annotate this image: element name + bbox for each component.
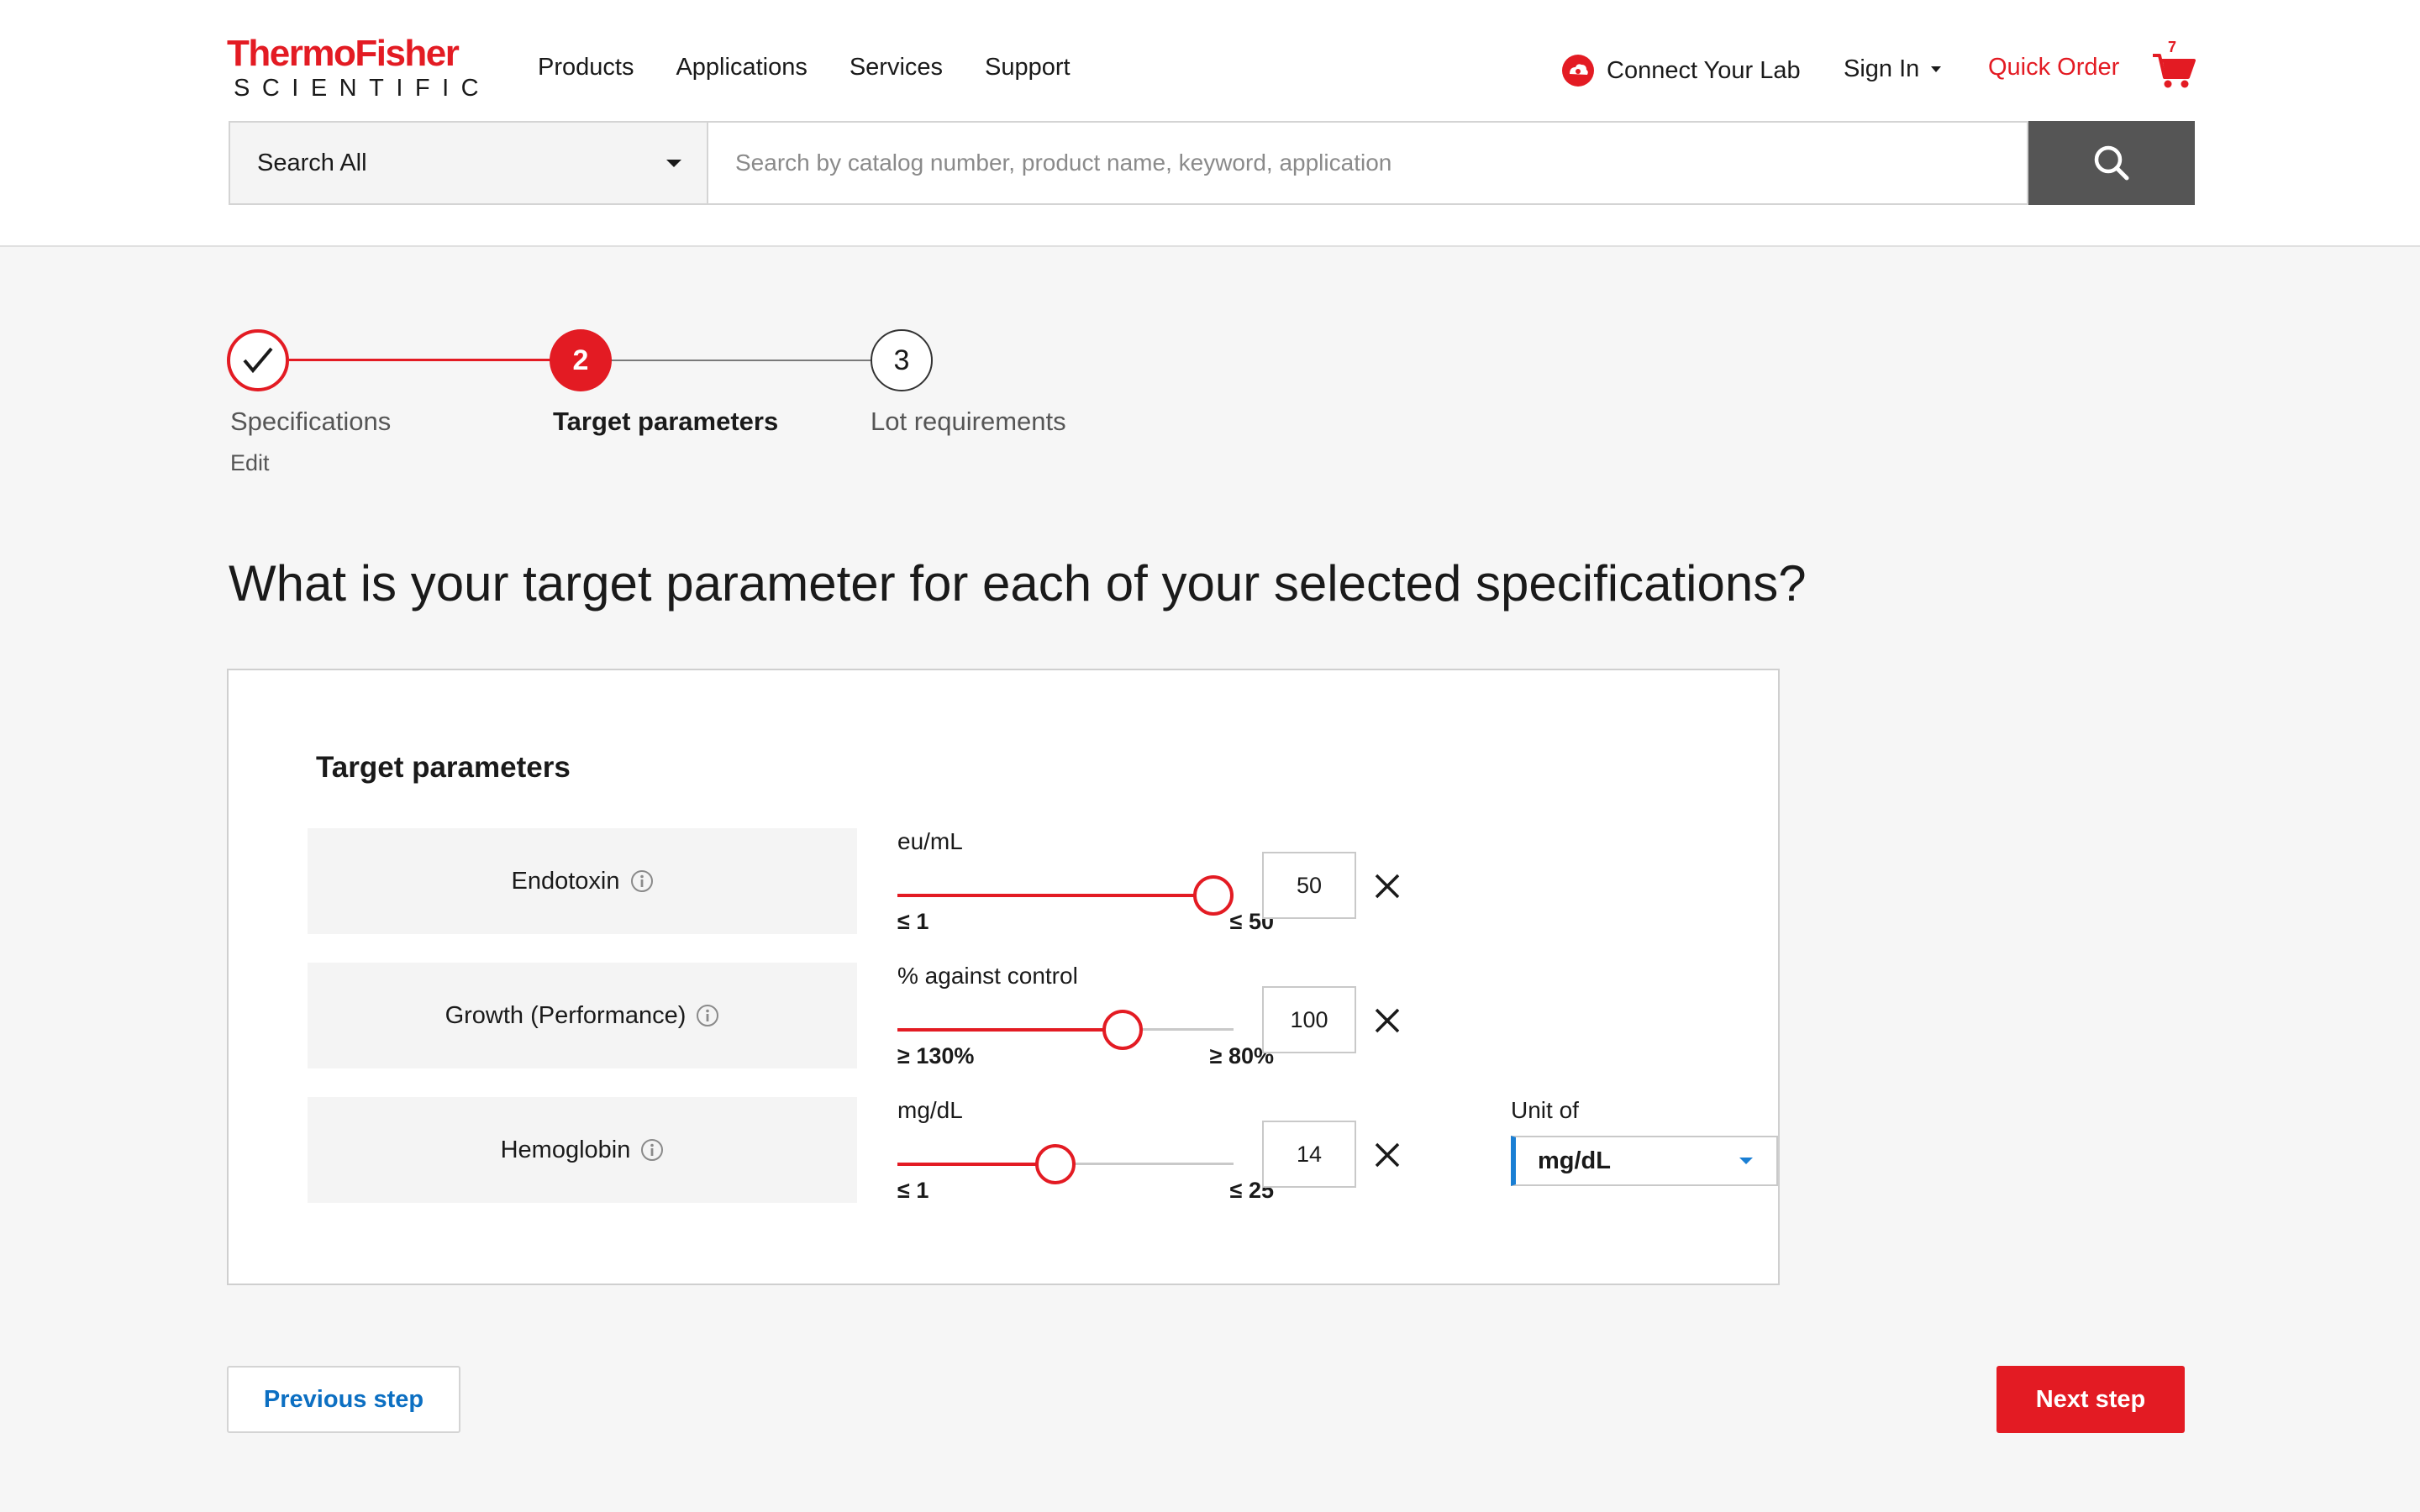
info-icon[interactable] [630, 869, 654, 893]
slider-fill [897, 1028, 1123, 1032]
checkmark-icon [243, 347, 273, 374]
sign-in-dropdown[interactable]: Sign In [1844, 55, 1942, 83]
slider-thumb[interactable] [1035, 1144, 1076, 1184]
target-parameters-card: Target parameters Endotoxin eu/mL ≤ 1 ≤ … [227, 669, 2420, 1285]
slider-max-label: ≥ 80% [1209, 1043, 1274, 1068]
progress-stepper: 2 3 Specifications Target parameters Lot… [227, 328, 1151, 496]
endotoxin-slider[interactable] [897, 875, 1234, 916]
page-question: What is your target parameter for each o… [229, 555, 1807, 612]
parameter-name: Growth (Performance) [445, 1001, 687, 1029]
cart-icon[interactable] [2151, 44, 2196, 91]
value-input[interactable]: 14 [1262, 1121, 1356, 1188]
slider-thumb[interactable] [1102, 1010, 1143, 1050]
site-header: ThermoFisher SCIENTIFIC Products Applica… [0, 0, 2420, 247]
search-button[interactable] [2028, 121, 2195, 205]
step-2-circle: 2 [550, 329, 612, 391]
logo-subtitle: SCIENTIFIC [234, 75, 492, 102]
parameter-label-box: Endotoxin [308, 828, 857, 934]
nav-item-applications[interactable]: Applications [676, 54, 807, 81]
chevron-down-icon [1931, 66, 1942, 72]
connect-lab-label: Connect Your Lab [1607, 56, 1801, 84]
info-icon[interactable] [640, 1138, 664, 1162]
slider-fill [897, 894, 1213, 897]
close-icon[interactable] [1373, 872, 1402, 900]
step-2-label: Target parameters [553, 407, 779, 436]
slider-max-label: ≤ 25 [1229, 1178, 1274, 1203]
slider-max-label: ≤ 50 [1229, 909, 1274, 934]
parameter-row-hemoglobin: Hemoglobin mg/dL ≤ 1 ≤ 25 14 Unit of mg/… [308, 1097, 1778, 1203]
slider-min-label: ≤ 1 [897, 1178, 929, 1203]
growth-slider[interactable] [897, 1010, 1234, 1050]
step-3-circle: 3 [871, 329, 933, 391]
connect-your-lab-link[interactable]: Connect Your Lab [1561, 54, 1801, 87]
close-icon[interactable] [1373, 1141, 1402, 1169]
unit-select-value: mg/dL [1538, 1147, 1611, 1174]
sign-in-label: Sign In [1844, 55, 1920, 82]
nav-item-products[interactable]: Products [538, 54, 634, 81]
logo-wordmark: ThermoFisher [227, 33, 460, 74]
parameter-label-box: Growth (Performance) [308, 963, 857, 1068]
parameter-row-growth: Growth (Performance) % against control ≥… [308, 963, 1770, 1068]
step-3-label: Lot requirements [871, 407, 1066, 436]
value-input[interactable]: 100 [1262, 986, 1356, 1053]
next-step-button[interactable]: Next step [1996, 1366, 2185, 1433]
search-scope-value: Search All [257, 149, 367, 176]
parameter-label-box: Hemoglobin [308, 1097, 857, 1203]
parameter-name: Endotoxin [511, 867, 620, 895]
search-bar: Search All [229, 121, 2195, 205]
parameter-row-endotoxin: Endotoxin eu/mL ≤ 1 ≤ 50 50 [308, 828, 1770, 934]
hemoglobin-slider[interactable] [897, 1144, 1234, 1184]
unit-selector-label: Unit of [1511, 1097, 1579, 1123]
previous-step-button[interactable]: Previous step [227, 1366, 460, 1433]
info-icon[interactable] [696, 1004, 719, 1027]
quick-order-link[interactable]: Quick Order [1988, 54, 2119, 81]
step-1-circle [227, 329, 289, 391]
step-1-label: Specifications [230, 407, 392, 436]
card-title: Target parameters [316, 751, 571, 784]
parameter-name: Hemoglobin [500, 1136, 631, 1163]
value-input[interactable]: 50 [1262, 852, 1356, 919]
slider-unit-label: eu/mL [897, 828, 963, 854]
edit-specifications-link[interactable]: Edit [230, 450, 270, 476]
main-nav: Products Applications Services Support [538, 54, 1071, 81]
slider-min-label: ≤ 1 [897, 909, 929, 934]
search-scope-select[interactable]: Search All [229, 121, 707, 205]
chevron-down-icon [666, 159, 681, 167]
thermo-fisher-logo[interactable]: ThermoFisher SCIENTIFIC [227, 33, 492, 102]
close-icon[interactable] [1373, 1006, 1402, 1035]
nav-item-services[interactable]: Services [850, 54, 943, 81]
connect-lab-icon [1562, 55, 1594, 87]
slider-unit-label: % against control [897, 963, 1078, 989]
slider-unit-label: mg/dL [897, 1097, 963, 1123]
slider-min-label: ≥ 130% [897, 1043, 975, 1068]
unit-select[interactable]: mg/dL [1511, 1136, 1778, 1186]
search-input[interactable] [707, 121, 2028, 205]
search-icon [2094, 145, 2129, 181]
slider-fill [897, 1163, 1055, 1166]
chevron-down-icon [1739, 1158, 1753, 1164]
nav-item-support[interactable]: Support [985, 54, 1071, 81]
